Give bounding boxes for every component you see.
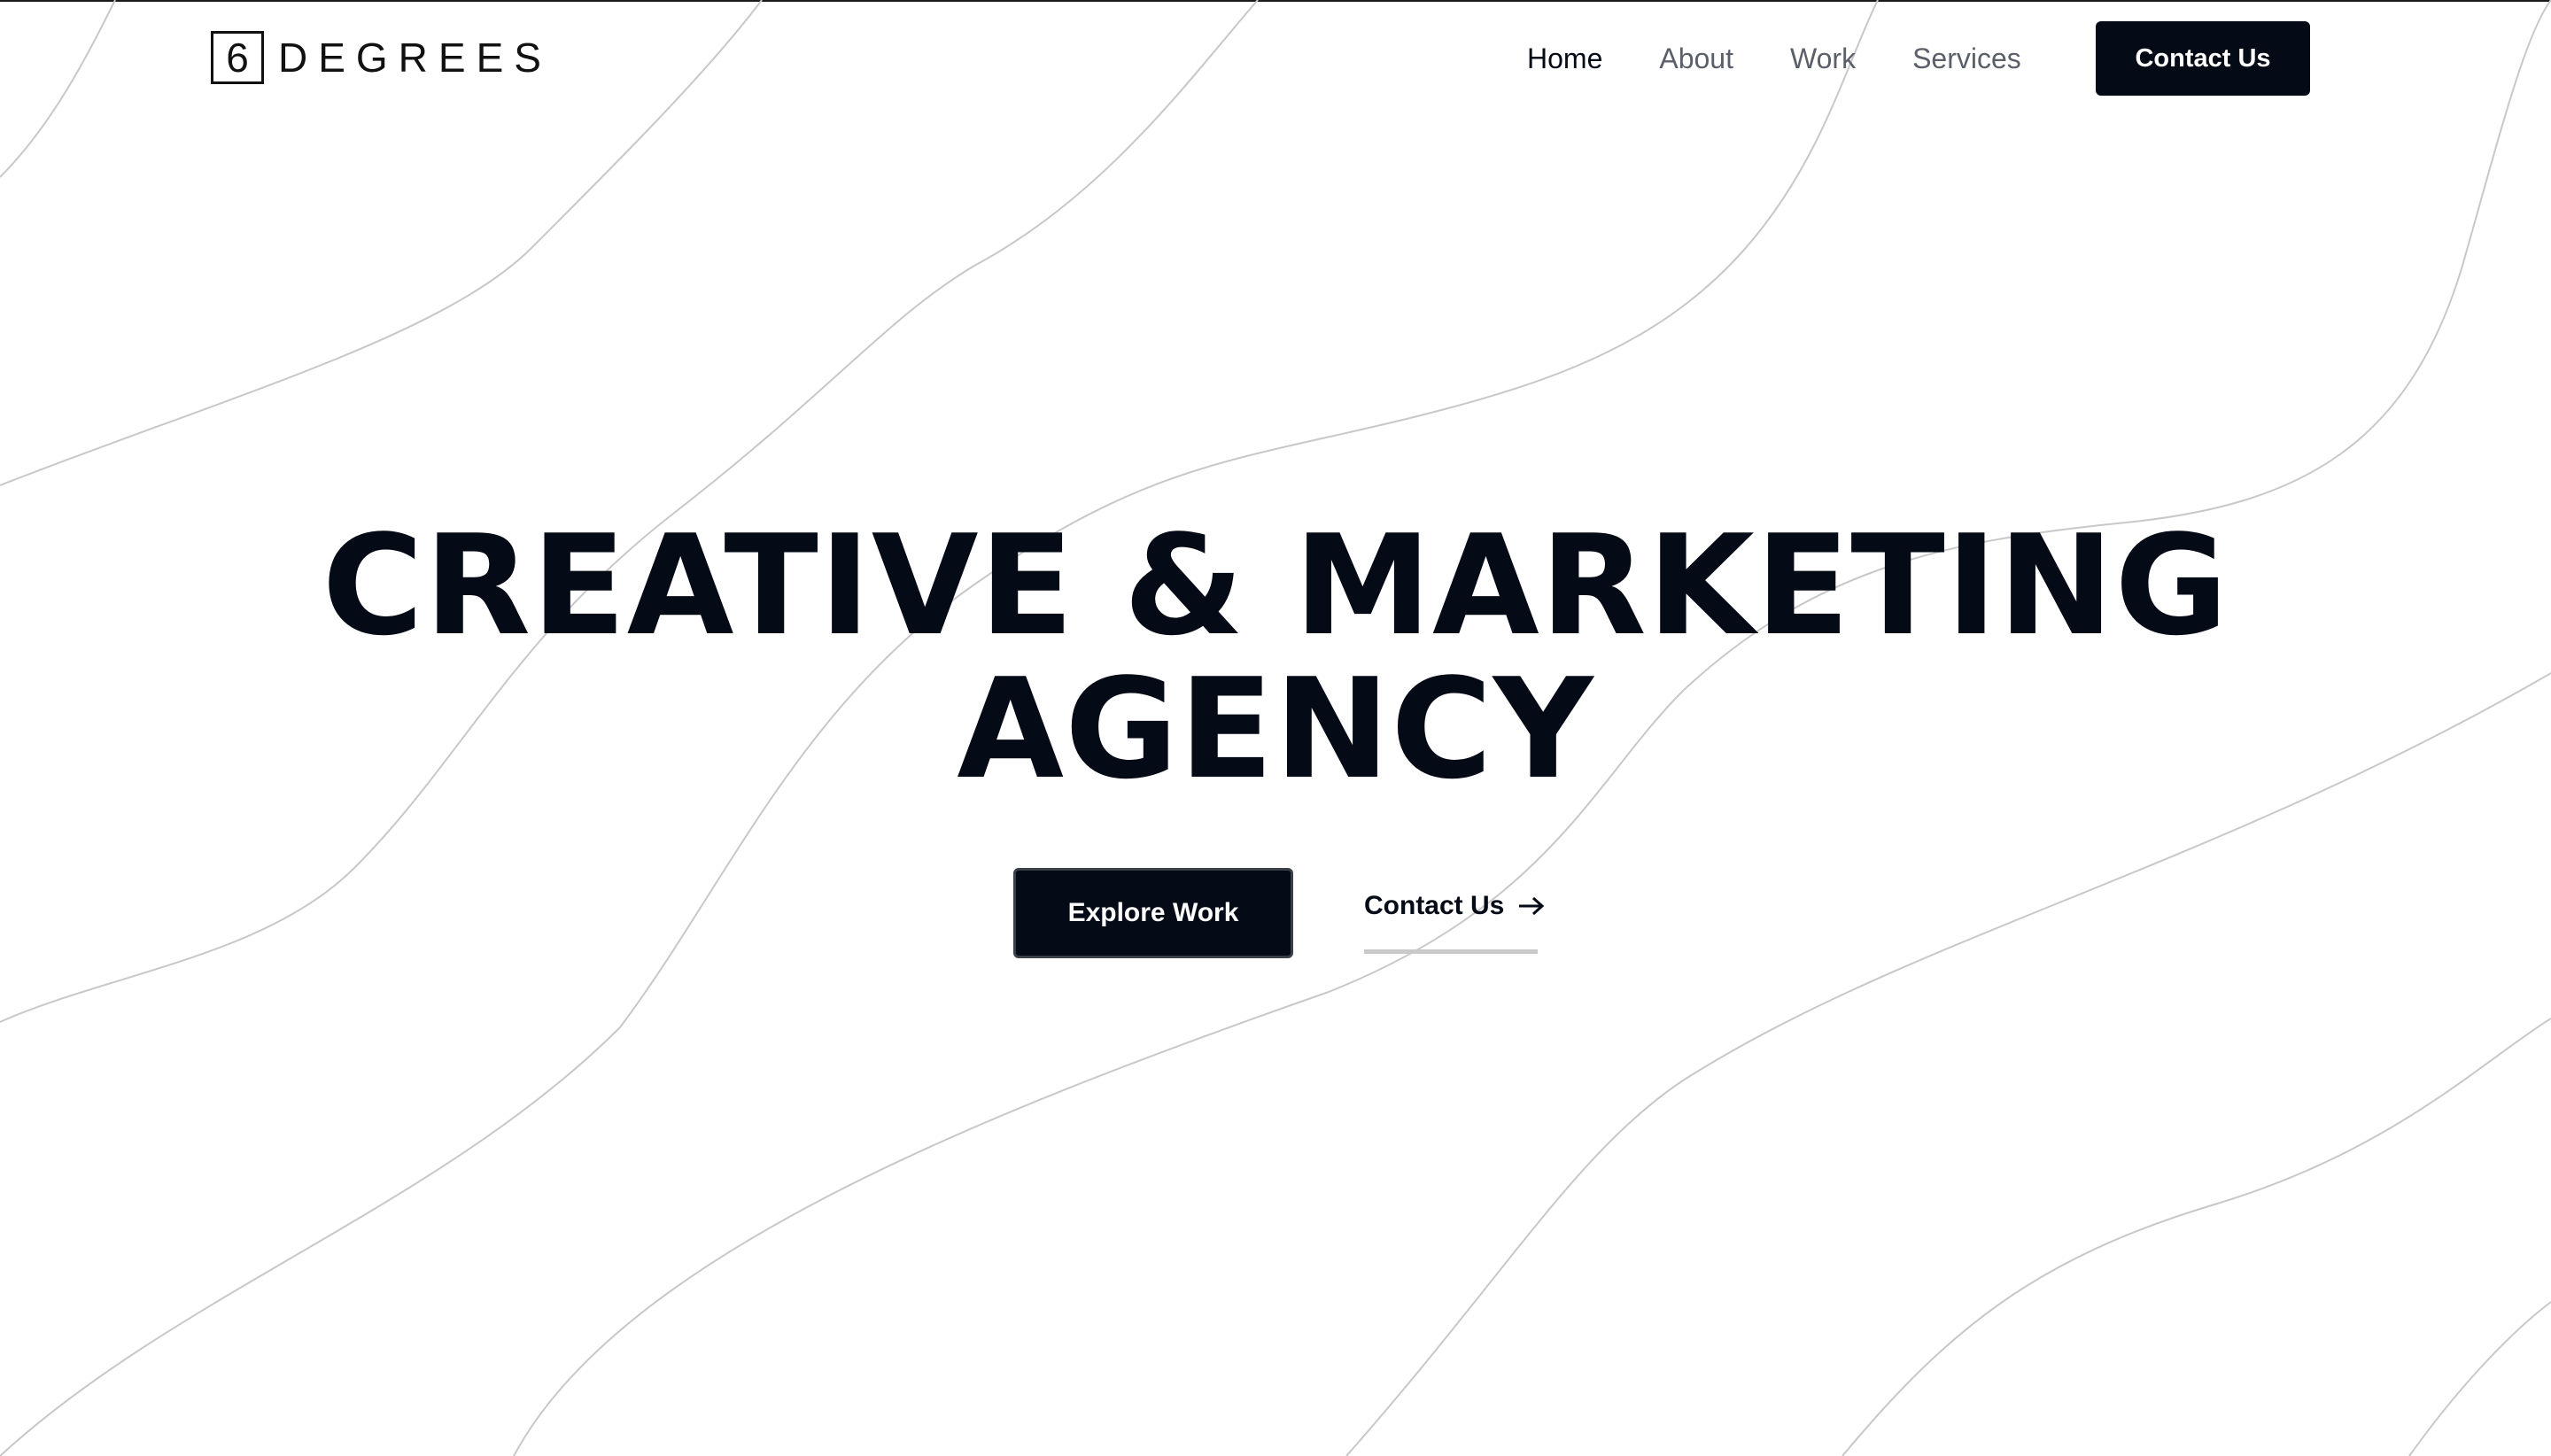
hero-contact-link[interactable]: Contact Us xyxy=(1364,868,1545,954)
hero-title-line-2: AGENCY xyxy=(957,648,1594,809)
hero-title-line-1: CREATIVE & MARKETING xyxy=(322,505,2229,666)
hero-actions: Explore Work Contact Us xyxy=(0,868,2551,960)
header-contact-button[interactable]: Contact Us xyxy=(2096,21,2310,96)
nav-link-services[interactable]: Services xyxy=(1912,43,2021,75)
site-header: 6 DEGREES Home About Work Services Conta… xyxy=(0,0,2551,117)
logo-wordmark: DEGREES xyxy=(278,35,552,81)
contact-link-underline xyxy=(1364,949,1538,954)
hero-section: CREATIVE & MARKETING AGENCY xyxy=(0,514,2551,801)
brand-logo[interactable]: 6 DEGREES xyxy=(211,30,552,85)
hero-contact-label: Contact Us xyxy=(1364,891,1505,920)
hero-title: CREATIVE & MARKETING AGENCY xyxy=(0,514,2551,801)
main-nav: Home About Work Services xyxy=(1527,35,2021,81)
arrow-right-icon xyxy=(1519,896,1545,916)
nav-link-work[interactable]: Work xyxy=(1790,43,1856,75)
logo-mark: 6 xyxy=(211,31,264,84)
nav-link-about[interactable]: About xyxy=(1659,43,1733,75)
nav-link-home[interactable]: Home xyxy=(1527,43,1602,75)
explore-work-button[interactable]: Explore Work xyxy=(1013,868,1293,958)
